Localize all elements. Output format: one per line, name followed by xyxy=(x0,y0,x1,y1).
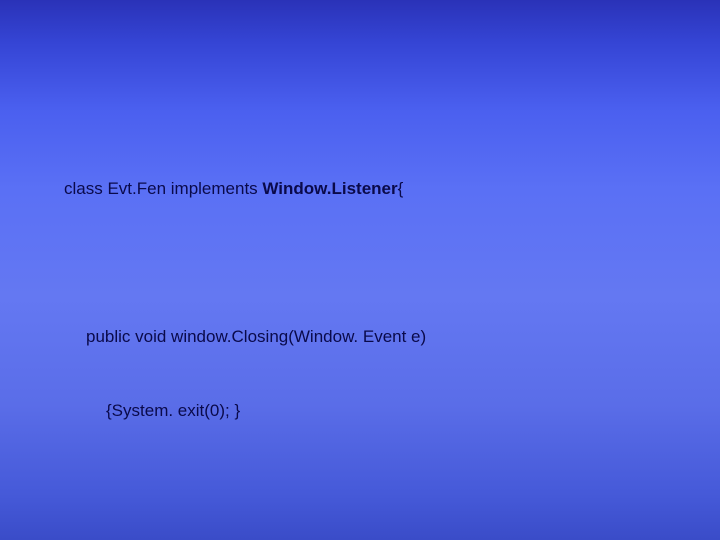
code-line-3: {System. exit(0); } xyxy=(106,399,471,424)
blank-line xyxy=(64,251,471,276)
code-line-2: public void window.Closing(Window. Event… xyxy=(86,325,471,350)
blank-line xyxy=(64,473,471,498)
code-text: { xyxy=(398,179,404,198)
slide: class Evt.Fen implements Window.Listener… xyxy=(0,0,720,540)
code-line-1: class Evt.Fen implements Window.Listener… xyxy=(64,177,471,202)
code-block: class Evt.Fen implements Window.Listener… xyxy=(64,128,471,540)
code-text-bold: Window.Listener xyxy=(262,179,397,198)
code-text: class Evt.Fen implements xyxy=(64,179,262,198)
